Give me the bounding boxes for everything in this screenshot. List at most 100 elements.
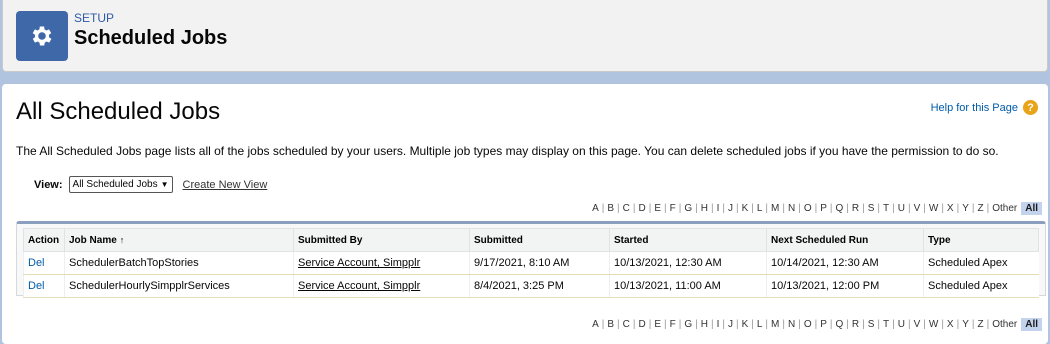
submitted-date: 8/4/2021, 3:25 PM xyxy=(469,274,610,298)
alpha-letter-b[interactable]: B xyxy=(607,319,614,330)
alpha-letter-o[interactable]: O xyxy=(804,203,812,214)
alpha-separator: | xyxy=(956,203,960,214)
alpha-letter-u[interactable]: U xyxy=(898,203,905,214)
alpha-letter-b[interactable]: B xyxy=(607,203,614,214)
submitted-by-link[interactable]: Service Account, Simpplr xyxy=(293,251,470,275)
col-type[interactable]: Type xyxy=(923,228,1039,252)
alpha-separator: | xyxy=(782,319,785,330)
table-row: Del SchedulerHourlySimpplrServices Servi… xyxy=(23,274,1039,298)
alpha-separator: | xyxy=(829,203,833,214)
view-row: View: All Scheduled Jobs ▼ Create New Vi… xyxy=(34,176,267,193)
alpha-letter-j[interactable]: J xyxy=(728,203,733,214)
alpha-letter-a[interactable]: A xyxy=(592,203,599,214)
alpha-letter-h[interactable]: H xyxy=(701,203,708,214)
alpha-letter-y[interactable]: Y xyxy=(962,319,969,330)
alpha-letter-u[interactable]: U xyxy=(898,319,905,330)
alpha-letter-c[interactable]: C xyxy=(623,203,630,214)
gear-icon xyxy=(16,11,68,61)
alpha-letter-t[interactable]: T xyxy=(883,203,889,214)
alpha-letter-n[interactable]: N xyxy=(788,203,795,214)
alpha-letter-a[interactable]: A xyxy=(592,319,599,330)
alpha-other[interactable]: Other xyxy=(992,319,1017,330)
create-new-view-link[interactable]: Create New View xyxy=(183,179,268,191)
alpha-letter-k[interactable]: K xyxy=(742,319,749,330)
alpha-separator: | xyxy=(829,319,833,330)
sort-ascending-icon: ↑ xyxy=(119,234,125,245)
alpha-letter-j[interactable]: J xyxy=(728,319,733,330)
alpha-other[interactable]: Other xyxy=(992,203,1017,214)
alpha-letter-i[interactable]: I xyxy=(717,203,720,214)
alpha-letter-e[interactable]: E xyxy=(654,203,661,214)
alpha-letter-g[interactable]: G xyxy=(684,319,692,330)
alpha-letter-e[interactable]: E xyxy=(654,319,661,330)
alpha-letter-q[interactable]: Q xyxy=(836,203,844,214)
alpha-separator: | xyxy=(751,203,754,214)
alpha-letter-m[interactable]: M xyxy=(771,319,779,330)
alpha-separator: | xyxy=(907,319,911,330)
alpha-separator: | xyxy=(798,319,801,330)
view-select[interactable]: All Scheduled Jobs ▼ xyxy=(68,176,173,193)
alpha-letter-l[interactable]: L xyxy=(757,203,763,214)
alpha-letter-p[interactable]: P xyxy=(820,203,827,214)
view-select-value: All Scheduled Jobs xyxy=(72,179,158,190)
delete-link[interactable]: Del xyxy=(23,274,65,298)
alpha-letter-g[interactable]: G xyxy=(684,203,692,214)
alpha-letter-k[interactable]: K xyxy=(742,203,749,214)
alpha-letter-h[interactable]: H xyxy=(701,319,708,330)
alpha-separator: | xyxy=(678,319,682,330)
alpha-letter-l[interactable]: L xyxy=(757,319,763,330)
col-next-scheduled-run[interactable]: Next Scheduled Run xyxy=(766,228,924,252)
chevron-down-icon: ▼ xyxy=(160,180,169,189)
alpha-letter-d[interactable]: D xyxy=(639,319,646,330)
alpha-letter-d[interactable]: D xyxy=(639,203,646,214)
alpha-separator: | xyxy=(941,203,944,214)
alpha-letter-w[interactable]: W xyxy=(929,203,938,214)
table-header-row: Action Job Name ↑ Submitted By Submitted … xyxy=(23,228,1039,252)
alpha-letter-c[interactable]: C xyxy=(623,319,630,330)
alpha-all[interactable]: All xyxy=(1021,202,1042,215)
alpha-letter-x[interactable]: X xyxy=(947,319,954,330)
alpha-all[interactable]: All xyxy=(1021,318,1042,331)
alpha-letter-q[interactable]: Q xyxy=(836,319,844,330)
alpha-letter-f[interactable]: F xyxy=(670,203,676,214)
alpha-letter-s[interactable]: S xyxy=(868,203,875,214)
alpha-separator: | xyxy=(798,203,801,214)
alpha-separator: | xyxy=(923,319,926,330)
delete-link[interactable]: Del xyxy=(23,251,65,275)
help-icon[interactable]: ? xyxy=(1023,100,1038,115)
alpha-letter-r[interactable]: R xyxy=(852,319,859,330)
alpha-separator: | xyxy=(632,319,636,330)
col-started[interactable]: Started xyxy=(609,228,767,252)
col-submitted[interactable]: Submitted xyxy=(469,228,610,252)
submitted-by-link[interactable]: Service Account, Simpplr xyxy=(293,274,470,298)
job-name: SchedulerBatchTopStories xyxy=(64,251,294,275)
alpha-letter-y[interactable]: Y xyxy=(962,203,969,214)
job-name: SchedulerHourlySimpplrServices xyxy=(64,274,294,298)
alpha-letter-x[interactable]: X xyxy=(947,203,954,214)
help-link[interactable]: Help for this Page xyxy=(931,102,1018,114)
alpha-letter-r[interactable]: R xyxy=(852,203,859,214)
alpha-letter-v[interactable]: V xyxy=(914,203,921,214)
alpha-letter-p[interactable]: P xyxy=(820,319,827,330)
main-panel: All Scheduled Jobs Help for this Page ? … xyxy=(2,84,1048,344)
alpha-letter-t[interactable]: T xyxy=(883,319,889,330)
alpha-letter-z[interactable]: Z xyxy=(977,203,983,214)
alpha-letter-v[interactable]: V xyxy=(914,319,921,330)
col-submitted-by[interactable]: Submitted By xyxy=(293,228,470,252)
page-description: The All Scheduled Jobs page lists all of… xyxy=(16,144,999,158)
alpha-separator: | xyxy=(907,203,911,214)
alpha-separator: | xyxy=(695,203,698,214)
job-type: Scheduled Apex xyxy=(923,274,1039,298)
alpha-letter-z[interactable]: Z xyxy=(977,319,983,330)
header-title: Scheduled Jobs xyxy=(74,27,228,49)
alpha-letter-w[interactable]: W xyxy=(929,319,938,330)
alpha-letter-o[interactable]: O xyxy=(804,319,812,330)
alpha-letter-n[interactable]: N xyxy=(788,319,795,330)
alpha-letter-m[interactable]: M xyxy=(771,203,779,214)
alpha-letter-s[interactable]: S xyxy=(868,319,875,330)
alpha-separator: | xyxy=(986,203,990,214)
alpha-letter-i[interactable]: I xyxy=(717,319,720,330)
col-job-name[interactable]: Job Name ↑ xyxy=(64,228,294,252)
breadcrumb-setup[interactable]: SETUP xyxy=(74,11,114,25)
alpha-letter-f[interactable]: F xyxy=(670,319,676,330)
